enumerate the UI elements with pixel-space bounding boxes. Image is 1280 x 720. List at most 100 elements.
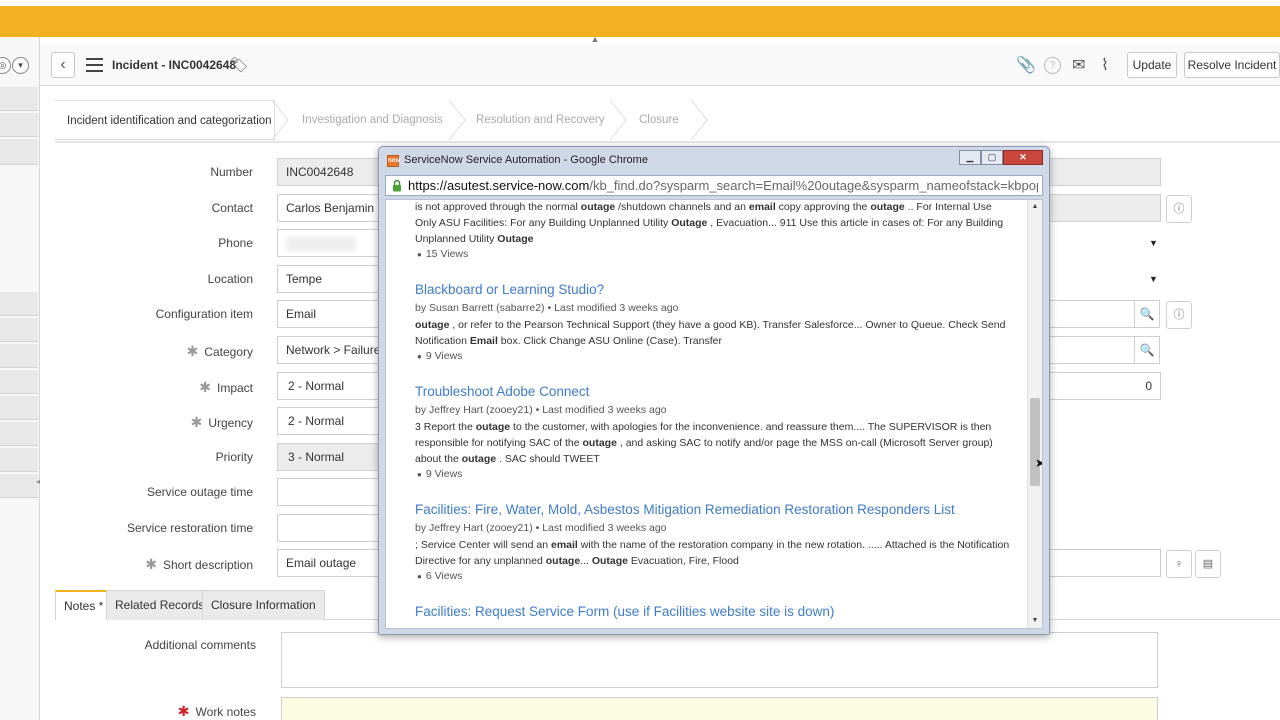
scroll-up-icon[interactable]: ▲	[1028, 200, 1042, 214]
template-icon[interactable]: ▤	[1195, 550, 1221, 578]
phone-field[interactable]	[277, 229, 382, 257]
rail-item[interactable]	[0, 396, 38, 420]
mouse-cursor-icon: ➤	[1035, 456, 1042, 470]
work-notes-label-row: ✱ Work notes	[46, 703, 256, 720]
kb-result-title-link[interactable]: Troubleshoot Adobe Connect	[415, 384, 1015, 399]
tab-related-records[interactable]: Related Records	[106, 590, 214, 620]
help-icon[interactable]: ?	[1044, 57, 1061, 74]
kb-result-title-link[interactable]: Blackboard or Learning Studio?	[415, 282, 1015, 297]
urgency-select[interactable]: 2 - Normal	[277, 407, 382, 435]
rail-item[interactable]	[0, 370, 38, 394]
address-bar[interactable]: https://asutest.service-now.com/kb_find.…	[385, 175, 1043, 196]
search-icon[interactable]: 🔍	[1134, 336, 1160, 364]
url-path: /kb_find.do?sysparm_search=Email%20outag…	[589, 178, 1038, 193]
rail-item[interactable]	[0, 113, 38, 137]
close-icon[interactable]: ✕	[1003, 150, 1043, 165]
number-label: Number	[210, 165, 253, 179]
popup-scrollbar[interactable]: ▲ ▼	[1027, 200, 1042, 628]
scroll-thumb[interactable]	[1030, 398, 1040, 486]
maximize-icon[interactable]: ▢	[981, 150, 1003, 165]
bullet-icon: ●	[417, 250, 422, 259]
email-icon[interactable]: ✉	[1072, 55, 1085, 75]
dropdown-arrow-icon[interactable]: ▼	[1149, 274, 1158, 284]
tag-icon[interactable]: 🏷	[230, 56, 249, 74]
minimize-icon[interactable]: ▁	[959, 150, 981, 165]
rail-resize-grip-icon[interactable]: ◂	[36, 477, 41, 487]
search-icon[interactable]: 🔍	[1134, 300, 1160, 328]
back-button[interactable]: ‹	[51, 52, 75, 78]
rail-item[interactable]	[0, 318, 38, 342]
scroll-down-icon[interactable]: ▼	[1028, 614, 1042, 628]
update-button[interactable]: Update	[1127, 52, 1177, 78]
work-notes-textarea[interactable]	[281, 697, 1158, 720]
right-lookup-field[interactable]	[1045, 336, 1135, 364]
short-description-label-row: ✱ Short description	[43, 556, 253, 573]
number-field: INC0042648	[277, 158, 382, 186]
location-label: Location	[207, 272, 253, 286]
service-outage-time-label: Service outage time	[146, 485, 253, 499]
right-count-field[interactable]: 0	[1045, 372, 1161, 400]
rail-item[interactable]	[0, 292, 38, 316]
impact-select[interactable]: 2 - Normal	[277, 372, 382, 400]
kb-results-content: is not approved through the normal outag…	[385, 199, 1043, 629]
urgency-label-row: ✱ Urgency	[43, 414, 253, 431]
bullet-icon: ●	[417, 572, 422, 581]
flow-stage-identification[interactable]: Incident identification and categorizati…	[55, 100, 275, 140]
tab-closure-information[interactable]: Closure Information	[202, 590, 325, 620]
contact-field[interactable]: Carlos Benjamin (c	[277, 194, 382, 222]
bullet-icon: ●	[417, 352, 422, 361]
kb-result-views: ● 9 Views	[417, 468, 463, 480]
top-banner: ▲	[0, 0, 1280, 44]
configuration-item-field[interactable]: Email	[277, 300, 382, 328]
short-description-field-extension[interactable]	[1045, 549, 1161, 577]
app-icon: now	[387, 155, 400, 167]
right-lookup-field[interactable]	[1045, 300, 1135, 328]
priority-field: 3 - Normal	[277, 443, 382, 471]
location-field[interactable]: Tempe	[277, 265, 382, 293]
dropdown-arrow-icon[interactable]: ▼	[1149, 238, 1158, 248]
resolve-incident-button[interactable]: Resolve Incident	[1184, 52, 1280, 78]
service-restoration-time-field[interactable]	[277, 514, 382, 542]
impact-label: Impact	[216, 381, 253, 395]
kb-result-views: ● 15 Views	[417, 248, 469, 260]
service-outage-time-field[interactable]	[277, 478, 382, 506]
kb-result-item: Facilities: Fire, Water, Mold, Asbestos …	[415, 502, 1015, 582]
kb-result-title-link[interactable]: Facilities: Fire, Water, Mold, Asbestos …	[415, 502, 1015, 517]
tab-notes[interactable]: Notes *	[55, 590, 113, 620]
additional-comments-textarea[interactable]	[281, 632, 1158, 688]
flow-divider	[55, 141, 1280, 143]
required-asterisk-icon: ✱	[177, 703, 190, 719]
info-icon[interactable]: ⓘ	[1166, 301, 1192, 329]
flow-stage-investigation[interactable]: Investigation and Diagnosis	[302, 100, 443, 140]
flow-chevron-icon	[271, 100, 289, 140]
rail-dropdown-icon[interactable]: ▾	[12, 57, 29, 74]
url-text: https://asutest.service-now.com/kb_find.…	[408, 178, 1038, 193]
form-header: ‹ Incident - INC0042648 🏷 📎 ? ✉ ⌇ Update…	[40, 44, 1280, 86]
flow-chevron-icon	[690, 100, 708, 140]
activity-icon[interactable]: ⌇	[1101, 55, 1109, 75]
rail-item[interactable]	[0, 474, 38, 498]
info-icon[interactable]: ⓘ	[1166, 195, 1192, 223]
kb-search-popup-window: now ServiceNow Service Automation - Goog…	[378, 146, 1050, 635]
flow-stage-closure[interactable]: Closure	[639, 100, 679, 140]
rail-item[interactable]	[0, 422, 38, 446]
popup-titlebar[interactable]: now ServiceNow Service Automation - Goog…	[379, 147, 1049, 173]
short-description-field[interactable]: Email outage	[277, 549, 382, 577]
priority-label: Priority	[215, 450, 253, 464]
rail-item[interactable]	[0, 87, 38, 111]
flow-stage-resolution[interactable]: Resolution and Recovery	[476, 100, 605, 140]
rail-item[interactable]	[0, 344, 38, 368]
urgency-label: Urgency	[208, 416, 253, 430]
additional-comments-label: Additional comments	[144, 638, 256, 652]
rail-item[interactable]	[0, 139, 38, 165]
kb-result-title-link[interactable]: Facilities: Request Service Form (use if…	[415, 604, 1015, 619]
lightbulb-icon[interactable]: ♀	[1166, 550, 1192, 578]
rail-circle-icon[interactable]: ◎	[0, 57, 11, 74]
attachment-icon[interactable]: 📎	[1016, 55, 1036, 75]
kb-result-meta: by Jeffrey Hart (zooey21) • Last modifie…	[415, 404, 667, 416]
rail-item[interactable]	[0, 448, 38, 472]
category-field[interactable]: Network > Failure/O	[277, 336, 382, 364]
collapse-caret-icon[interactable]: ▲	[588, 35, 602, 44]
hamburger-menu-icon[interactable]	[86, 58, 103, 72]
kb-result-snippet: outage , or refer to the Pearson Technic…	[415, 319, 1006, 347]
